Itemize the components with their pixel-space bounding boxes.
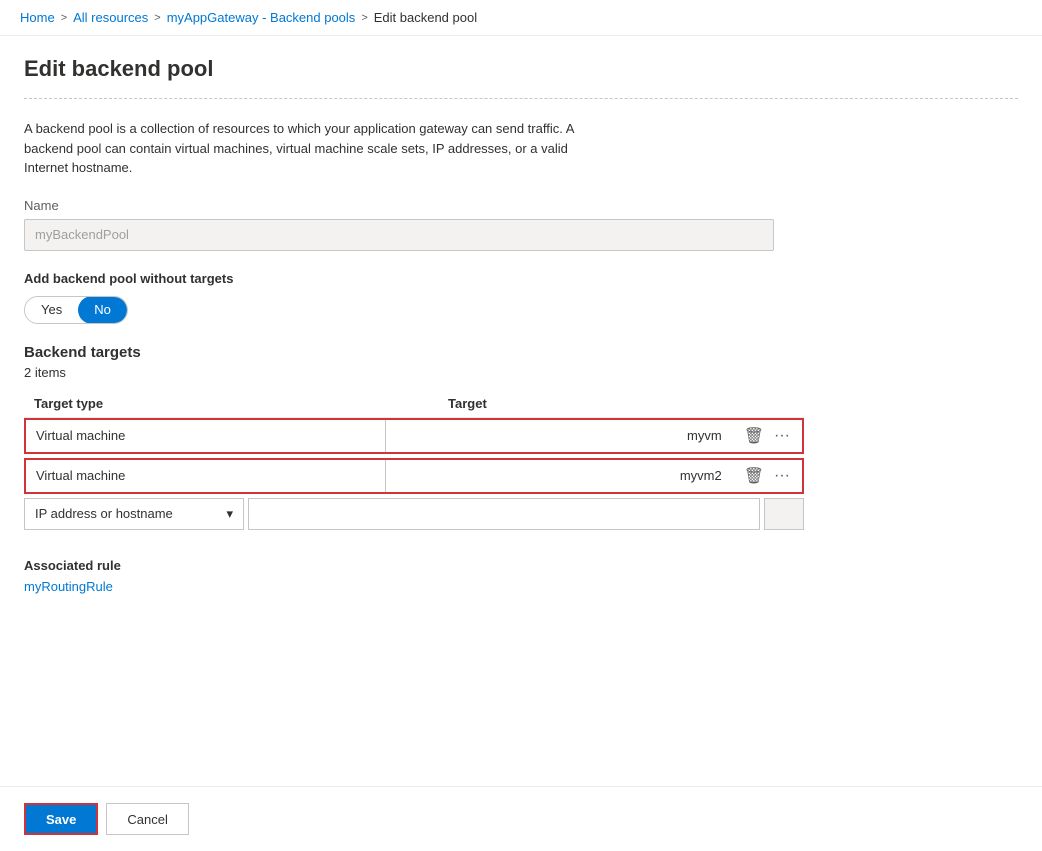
more-row-2-button[interactable]: ··· (772, 465, 792, 487)
delete-icon-2: 🗑 (744, 466, 764, 486)
divider (24, 98, 1018, 99)
toggle-container: Yes No (24, 296, 1018, 324)
new-entry-row: IP address or hostname ▾ (24, 498, 804, 530)
breadcrumb-all-resources[interactable]: All resources (73, 10, 148, 25)
chevron-down-icon: ▾ (226, 506, 233, 522)
footer: Save Cancel (0, 786, 1042, 851)
more-icon-1: ··· (774, 427, 790, 445)
col-header-target: Target (438, 390, 711, 418)
breadcrumb-gateway[interactable]: myAppGateway - Backend pools (167, 10, 356, 25)
name-label: Name (24, 198, 1018, 213)
backend-targets-section: Backend targets 2 items Target type Targ… (24, 344, 1018, 530)
backend-targets-title: Backend targets (24, 344, 1018, 361)
breadcrumb: Home > All resources > myAppGateway - Ba… (0, 0, 1042, 36)
target-type-dropdown[interactable]: IP address or hostname ▾ (24, 498, 244, 530)
toggle-no[interactable]: No (78, 296, 127, 324)
delete-icon-1: 🗑 (744, 426, 764, 446)
breadcrumb-sep-3: > (361, 12, 367, 24)
routing-rule-link[interactable]: myRoutingRule (24, 579, 113, 594)
cancel-button[interactable]: Cancel (106, 803, 188, 835)
items-count: 2 items (24, 365, 1018, 380)
breadcrumb-sep-2: > (154, 12, 160, 24)
dropdown-label: IP address or hostname (35, 506, 173, 521)
col-header-type: Target type (24, 390, 438, 418)
breadcrumb-sep-1: > (61, 12, 67, 24)
col-header-actions (711, 390, 804, 418)
page-title: Edit backend pool (24, 56, 1018, 82)
more-row-1-button[interactable]: ··· (772, 425, 792, 447)
target-value-1: myvm (386, 420, 732, 452)
yes-no-toggle[interactable]: Yes No (24, 296, 128, 324)
add-without-targets-label: Add backend pool without targets (24, 271, 1018, 286)
add-without-targets-group: Add backend pool without targets Yes No (24, 271, 1018, 324)
target-actions-2: 🗑 ··· (732, 460, 802, 492)
target-value-new-input[interactable] (248, 498, 760, 530)
save-button[interactable]: Save (24, 803, 98, 835)
description-text: A backend pool is a collection of resour… (24, 119, 604, 178)
target-actions-1: 🗑 ··· (732, 420, 802, 452)
target-type-1: Virtual machine (26, 420, 386, 452)
delete-row-1-button[interactable]: 🗑 (742, 424, 766, 448)
add-target-button[interactable] (764, 498, 804, 530)
associated-rule-section: Associated rule myRoutingRule (24, 558, 1018, 594)
associated-rule-label: Associated rule (24, 558, 1018, 573)
target-row-2: Virtual machine myvm2 🗑 ··· (24, 458, 804, 494)
target-row-1: Virtual machine myvm 🗑 ··· (24, 418, 804, 454)
name-input[interactable] (24, 219, 774, 251)
more-icon-2: ··· (774, 467, 790, 485)
delete-row-2-button[interactable]: 🗑 (742, 464, 766, 488)
target-type-2: Virtual machine (26, 460, 386, 492)
targets-table: Target type Target (24, 390, 804, 418)
name-field-group: Name (24, 198, 1018, 271)
toggle-yes[interactable]: Yes (25, 296, 78, 324)
target-value-2: myvm2 (386, 460, 732, 492)
breadcrumb-home[interactable]: Home (20, 10, 55, 25)
breadcrumb-current: Edit backend pool (374, 10, 477, 25)
